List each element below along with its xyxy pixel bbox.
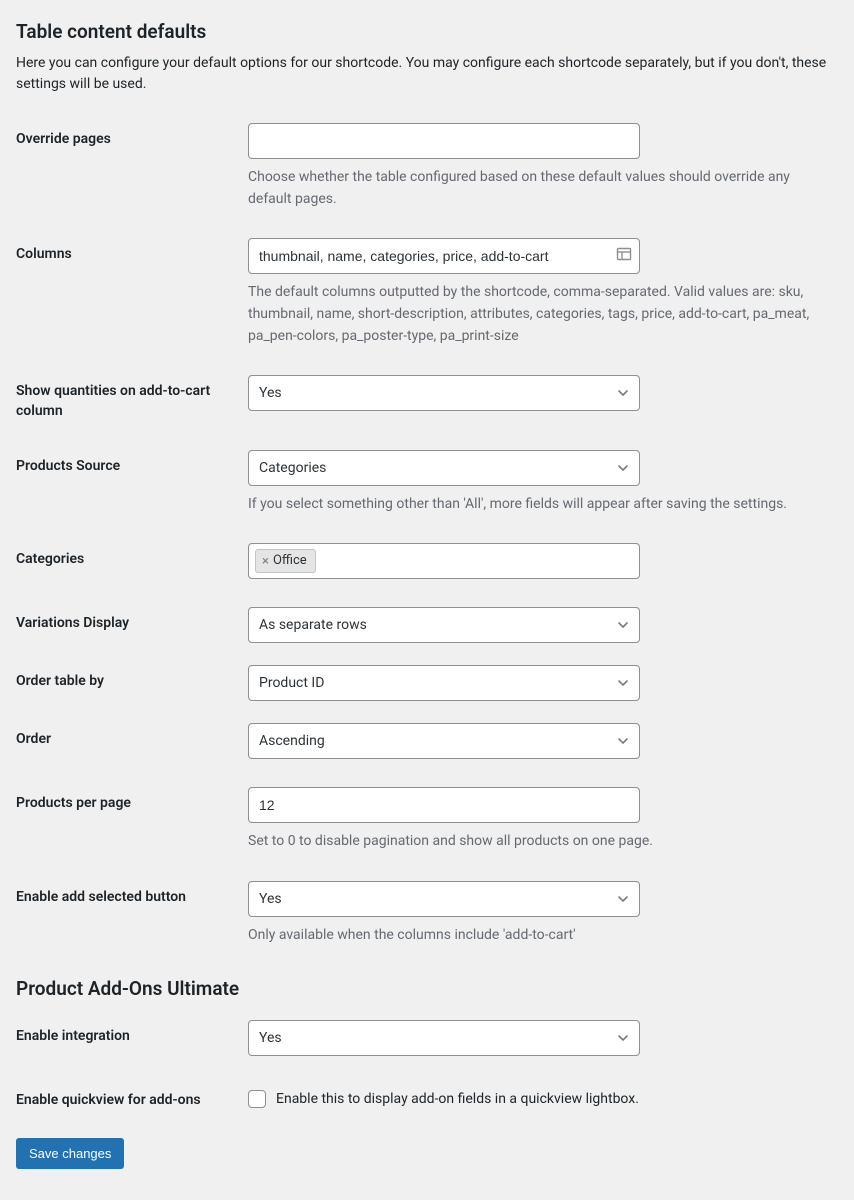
row-products-source: Products Source Categories If you select… [16,450,838,516]
label-products-source: Products Source [16,450,120,477]
row-categories: Categories × Office [16,543,838,579]
section-desc-defaults: Here you can configure your default opti… [16,53,838,95]
row-order-by: Order table by Product ID [16,665,838,701]
label-order: Order [16,723,51,750]
override-pages-input[interactable] [248,123,640,159]
label-override-pages: Override pages [16,123,111,150]
section-title-defaults: Table content defaults [16,20,838,43]
row-enable-quickview: Enable quickview for add-ons Enable this… [16,1084,838,1111]
quickview-checkbox-label: Enable this to display add-on fields in … [276,1091,639,1107]
label-enable-integration: Enable integration [16,1020,130,1047]
label-per-page: Products per page [16,787,131,814]
label-order-by: Order table by [16,665,104,692]
label-categories: Categories [16,543,84,570]
row-show-quantities: Show quantities on add-to-cart column Ye… [16,375,838,421]
label-enable-quickview: Enable quickview for add-ons [16,1084,201,1111]
enable-add-selected-select[interactable]: Yes [248,881,640,917]
order-select[interactable]: Ascending [248,723,640,759]
label-enable-add-selected: Enable add selected button [16,881,186,908]
help-per-page: Set to 0 to disable pagination and show … [248,831,828,853]
help-products-source: If you select something other than 'All'… [248,494,828,516]
show-quantities-select[interactable]: Yes [248,375,640,411]
quickview-checkbox[interactable] [248,1090,266,1108]
row-variations-display: Variations Display As separate rows [16,607,838,643]
label-variations-display: Variations Display [16,607,129,634]
row-enable-integration: Enable integration Yes [16,1020,838,1056]
columns-input[interactable] [248,238,640,274]
close-icon[interactable]: × [262,555,269,568]
section-title-addons: Product Add-Ons Ultimate [16,977,838,1000]
row-per-page: Products per page Set to 0 to disable pa… [16,787,838,853]
per-page-input[interactable] [248,787,640,823]
help-override-pages: Choose whether the table configured base… [248,167,828,210]
products-source-select[interactable]: Categories [248,450,640,486]
label-show-quantities: Show quantities on add-to-cart column [16,375,232,421]
row-columns: Columns The default columns outputted by… [16,238,838,347]
categories-input[interactable]: × Office [248,543,640,579]
save-changes-button[interactable]: Save changes [16,1138,124,1169]
category-tag-label: Office [273,544,307,578]
variations-display-select[interactable]: As separate rows [248,607,640,643]
help-columns: The default columns outputted by the sho… [248,282,828,347]
enable-integration-select[interactable]: Yes [248,1020,640,1056]
category-tag: × Office [255,549,316,573]
columns-picker-icon[interactable] [616,246,632,266]
order-by-select[interactable]: Product ID [248,665,640,701]
row-enable-add-selected: Enable add selected button Yes Only avai… [16,881,838,947]
label-columns: Columns [16,238,72,265]
row-override-pages: Override pages Choose whether the table … [16,123,838,210]
help-enable-add-selected: Only available when the columns include … [248,925,828,947]
row-order: Order Ascending [16,723,838,759]
